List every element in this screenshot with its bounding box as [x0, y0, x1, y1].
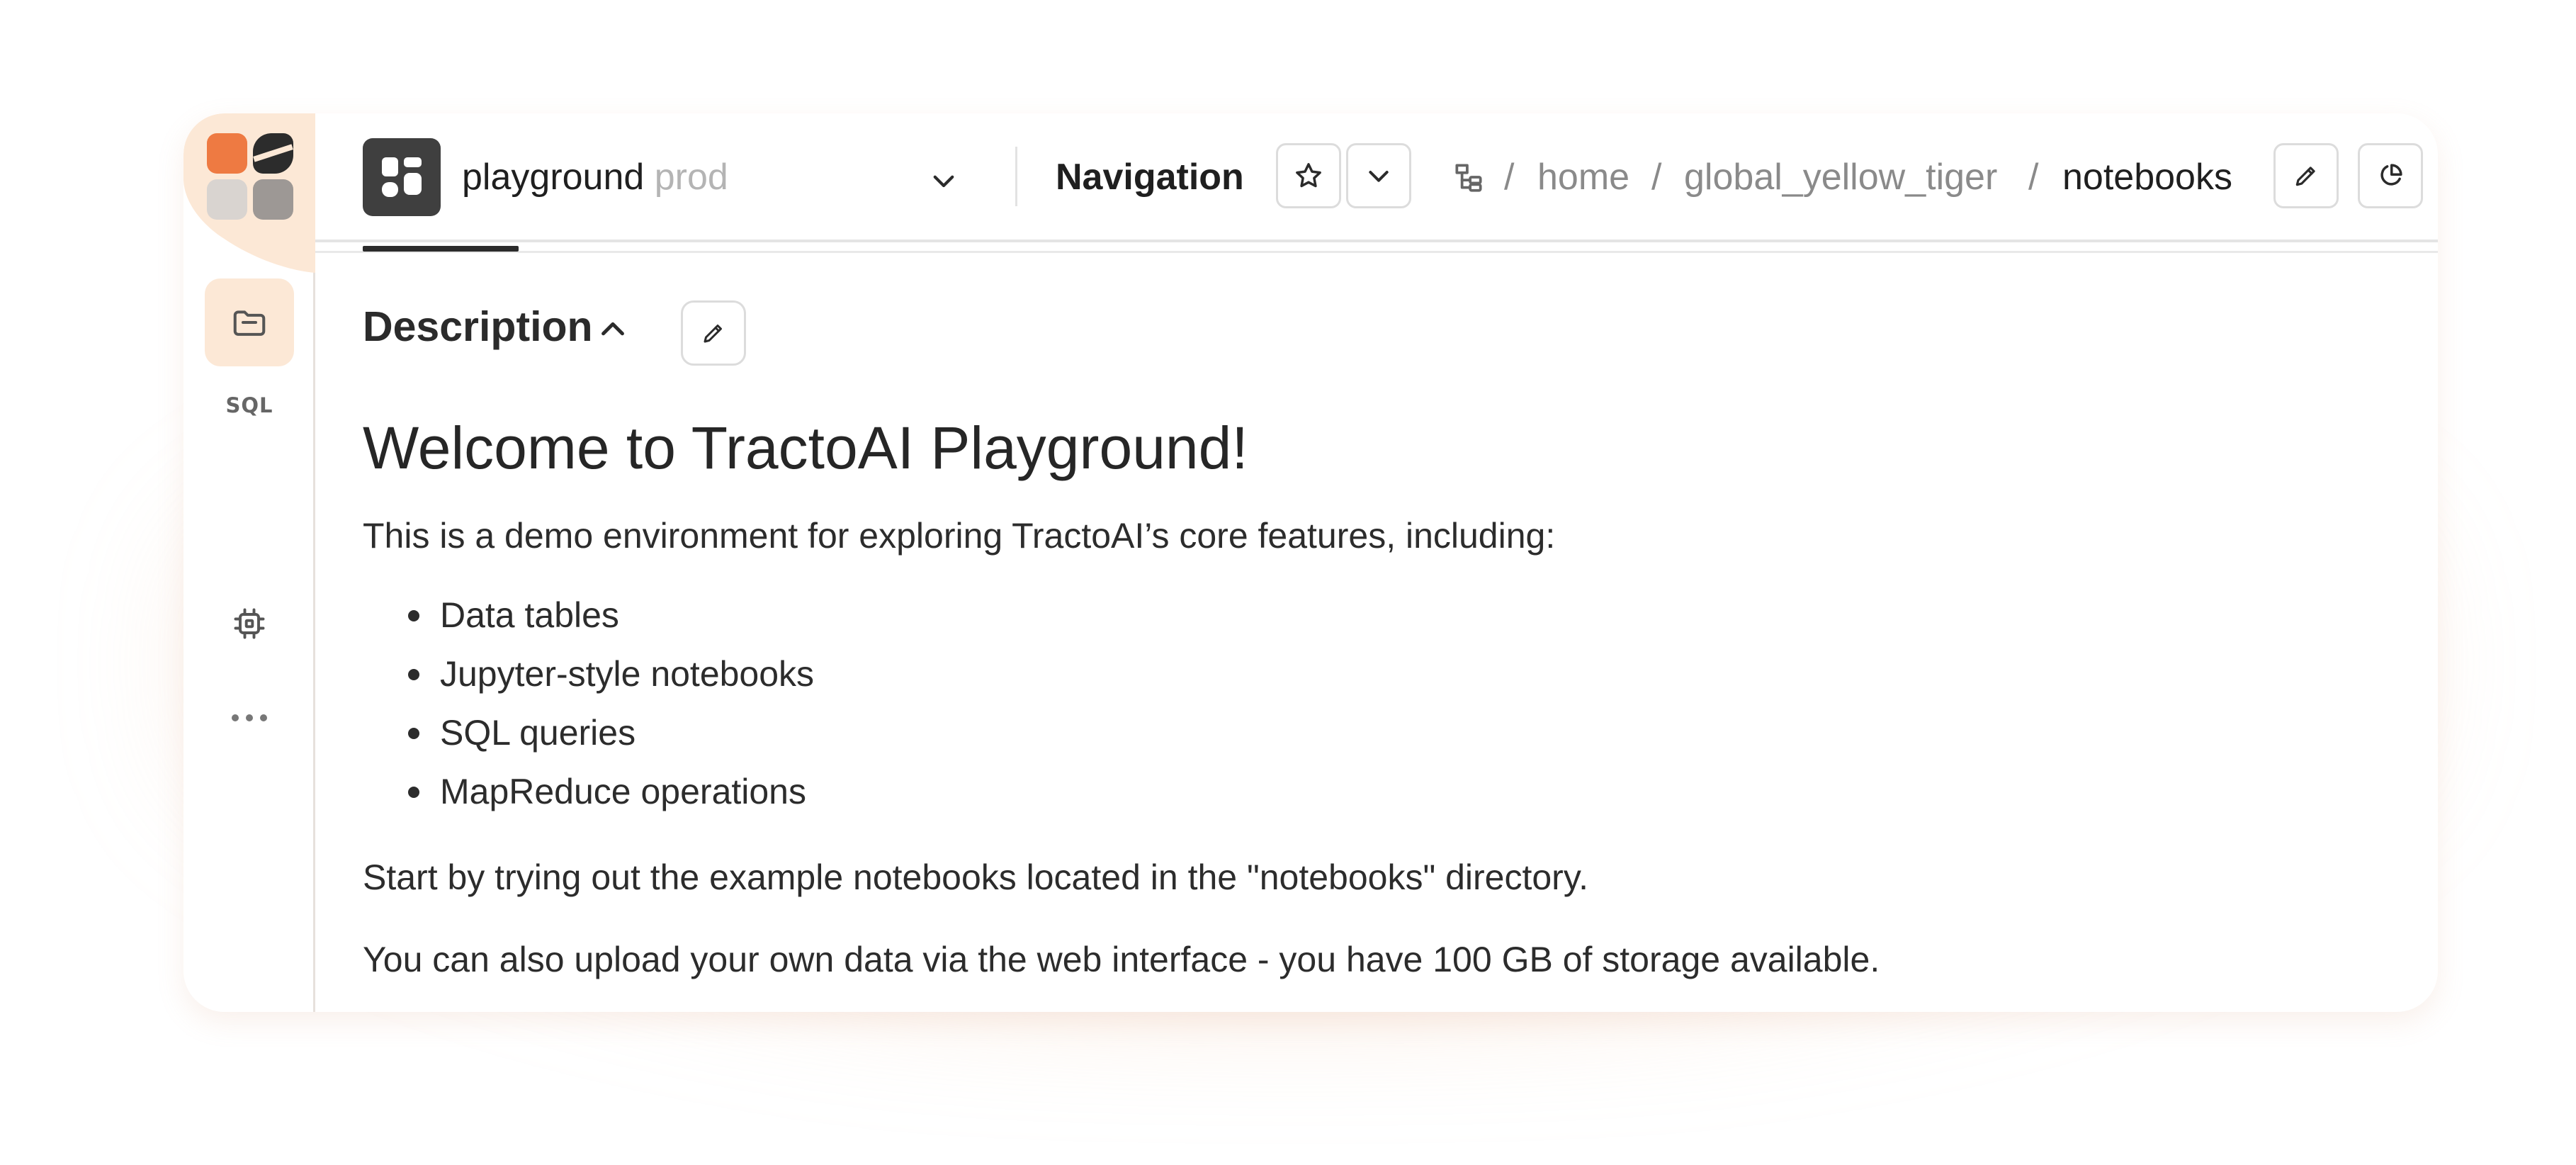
more-icon: [232, 714, 267, 721]
edit-path-button[interactable]: [2273, 143, 2339, 208]
project-icon[interactable]: [363, 138, 441, 216]
folder-icon: [233, 310, 266, 336]
list-item: SQL queries: [363, 710, 814, 769]
feature-list: Data tables Jupyter-style notebooks SQL …: [363, 592, 814, 828]
notebooks-paragraph: Start by trying out the example notebook…: [363, 857, 1589, 897]
list-item: Jupyter-style notebooks: [363, 651, 814, 710]
chevron-up-icon[interactable]: [597, 313, 629, 346]
tracto-logo[interactable]: [207, 133, 293, 220]
logo-tile-gray: [253, 179, 293, 220]
breadcrumb-separator: /: [2028, 157, 2039, 198]
project-icon-shape: [404, 173, 422, 195]
sidebar: SQL: [183, 113, 315, 1012]
chevron-down-icon[interactable]: [929, 166, 959, 196]
breadcrumb-separator: /: [1504, 157, 1515, 198]
project-env: prod: [654, 157, 728, 198]
sidebar-item-files[interactable]: [205, 278, 294, 366]
breadcrumb-home[interactable]: home: [1537, 154, 1629, 200]
favorite-button[interactable]: [1276, 143, 1341, 208]
pencil-icon: [2295, 167, 2315, 186]
tabs-divider: [315, 251, 2438, 253]
description-title[interactable]: Description: [363, 301, 593, 352]
sidebar-item-sql[interactable]: SQL: [183, 393, 315, 417]
header-divider: [1015, 147, 1017, 206]
navigation-label: Navigation: [1056, 157, 1244, 198]
breadcrumb-notebooks: notebooks: [2062, 157, 2232, 198]
project-name: playground: [462, 157, 645, 198]
welcome-heading: Welcome to TractoAI Playground!: [363, 415, 1248, 481]
active-tab-indicator: [363, 246, 519, 252]
app-window: SQL playground prod Navigation / home / …: [183, 113, 2438, 1012]
intro-text: This is a demo environment for exploring…: [363, 516, 1556, 556]
copy-icon: [2380, 164, 2402, 186]
screen: SQL playground prod Navigation / home / …: [0, 0, 2576, 1165]
chevron-down-icon: [1369, 171, 1389, 182]
tree-icon[interactable]: [1451, 159, 1486, 196]
breadcrumb-global-yellow-tiger[interactable]: global_yellow_tiger: [1684, 154, 1997, 200]
sidebar-item-more[interactable]: [205, 674, 294, 762]
logo-tile-orange: [207, 133, 247, 174]
storage-paragraph: You can also upload your own data via th…: [363, 940, 1880, 979]
list-item: Data tables: [363, 592, 814, 651]
project-icon-shape: [382, 182, 398, 197]
project-selector[interactable]: playground prod: [462, 154, 728, 200]
edit-description-button[interactable]: [681, 300, 746, 366]
chip-icon: [234, 608, 265, 639]
breadcrumb-separator: /: [1651, 157, 1662, 198]
logo-area: [183, 113, 315, 273]
list-item: MapReduce operations: [363, 769, 814, 828]
project-icon-shape: [404, 157, 422, 167]
logo-tile-dark: [253, 133, 293, 174]
copy-path-button[interactable]: [2358, 143, 2423, 208]
star-icon: [1296, 163, 1321, 188]
pencil-icon: [704, 325, 722, 343]
project-icon-shape: [382, 157, 398, 176]
favorites-dropdown-button[interactable]: [1346, 143, 1411, 208]
logo-tile-light: [207, 179, 247, 220]
sidebar-item-compute[interactable]: [205, 580, 294, 668]
